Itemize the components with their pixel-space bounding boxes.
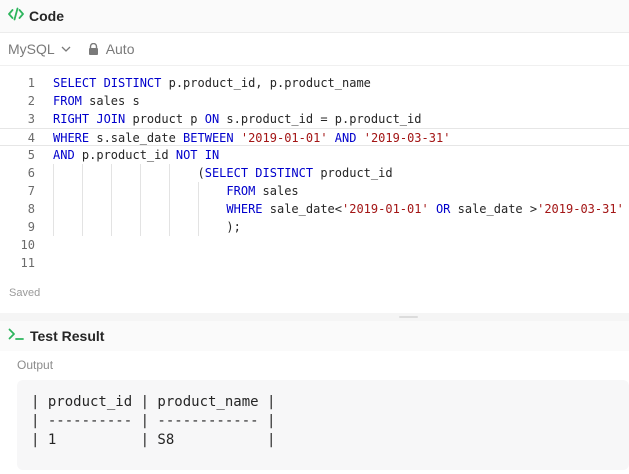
- code-line[interactable]: 1 SELECT DISTINCT p.product_id, p.product…: [0, 74, 629, 92]
- output-table-text: | product_id | product_name | | --------…: [31, 394, 276, 448]
- sql-keyword: ON: [204, 112, 220, 126]
- code-token: );: [226, 220, 241, 234]
- code-text: WHERE s.sale_date BETWEEN '2019-01-01' A…: [53, 129, 450, 147]
- code-text: FROM sales s: [53, 92, 140, 110]
- sql-keyword: SELECT DISTINCT: [204, 166, 314, 180]
- code-token: sales: [255, 184, 299, 198]
- code-line[interactable]: 5 AND p.product_id NOT IN: [0, 146, 629, 164]
- code-panel-title: Code: [29, 8, 64, 24]
- line-number: 6: [27, 166, 35, 180]
- code-text: WHERE sale_date<'2019-01-01' OR sale_dat…: [53, 200, 624, 218]
- code-text: (SELECT DISTINCT product_id: [53, 164, 393, 182]
- line-number: 4: [27, 131, 35, 145]
- code-token: sales s: [81, 94, 140, 108]
- code-token: product p: [125, 112, 205, 126]
- code-token: s.product_id = p.product_id: [219, 112, 422, 126]
- line-number: 7: [27, 184, 35, 198]
- code-token: p.product_id, p.product_name: [161, 76, 371, 90]
- auto-mode-label: Auto: [105, 41, 135, 57]
- terminal-icon: [8, 327, 24, 346]
- sql-keyword: RIGHT JOIN: [53, 112, 126, 126]
- code-token: (: [197, 166, 205, 180]
- editor-toolbar: MySQL Auto: [0, 33, 629, 66]
- output-box: | product_id | product_name | | --------…: [17, 380, 629, 470]
- auto-mode-toggle[interactable]: Auto: [88, 41, 135, 57]
- indent-guide: [169, 164, 170, 236]
- code-text: AND p.product_id NOT IN: [53, 146, 219, 164]
- sql-keyword: WHERE: [226, 202, 263, 216]
- sql-keyword: NOT IN: [175, 148, 220, 162]
- sql-keyword: AND: [334, 131, 357, 145]
- code-token: s.sale_date: [89, 131, 184, 145]
- code-token: product_id: [313, 166, 393, 180]
- code-editor[interactable]: 1 SELECT DISTINCT p.product_id, p.product…: [0, 74, 629, 274]
- sql-keyword: BETWEEN: [183, 131, 234, 145]
- sql-keyword: WHERE: [53, 131, 90, 145]
- code-token: sale_date >: [450, 202, 538, 216]
- language-label: MySQL: [8, 41, 55, 57]
- line-number: 1: [27, 76, 35, 90]
- panel-resize-divider[interactable]: [0, 313, 629, 321]
- code-icon: [8, 7, 24, 26]
- code-line[interactable]: 10: [0, 236, 629, 254]
- code-token: p.product_id: [74, 148, 176, 162]
- saved-status: Saved: [9, 287, 41, 299]
- test-result-title: Test Result: [30, 328, 105, 344]
- code-token: sale_date<: [262, 202, 342, 216]
- code-line[interactable]: 3 RIGHT JOIN product p ON s.product_id = …: [0, 110, 629, 128]
- indent-guide: [140, 164, 141, 236]
- line-number: 3: [27, 112, 35, 126]
- code-text: RIGHT JOIN product p ON s.product_id = p…: [53, 110, 421, 128]
- sql-string: '2019-03-31': [363, 131, 451, 145]
- indent-guide: [53, 164, 54, 236]
- indent-guide: [82, 164, 83, 236]
- indent-guide: [198, 182, 199, 236]
- sql-string: '2019-01-01': [342, 202, 429, 216]
- code-line[interactable]: 2 FROM sales s: [0, 92, 629, 110]
- code-line[interactable]: 9 );: [0, 218, 629, 236]
- code-text: SELECT DISTINCT p.product_id, p.product_…: [53, 74, 371, 92]
- code-line[interactable]: 4 WHERE s.sale_date BETWEEN '2019-01-01' …: [0, 128, 629, 146]
- code-line[interactable]: 8 WHERE sale_date<'2019-01-01' OR sale_d…: [0, 200, 629, 218]
- line-number: 10: [20, 238, 35, 252]
- line-number: 8: [27, 202, 35, 216]
- code-text: FROM sales: [53, 182, 299, 200]
- code-line[interactable]: 6 (SELECT DISTINCT product_id: [0, 164, 629, 182]
- line-number: 11: [20, 256, 35, 270]
- sql-keyword: FROM: [53, 94, 82, 108]
- sql-string: '2019-01-01': [240, 131, 328, 145]
- sql-keyword: FROM: [226, 184, 256, 198]
- sql-keyword: OR: [435, 202, 451, 216]
- chevron-down-icon: [61, 46, 71, 52]
- code-panel-header: Code: [0, 0, 629, 33]
- line-number: 2: [27, 94, 35, 108]
- sql-keyword: SELECT DISTINCT: [53, 76, 162, 90]
- line-number: 5: [27, 148, 35, 162]
- lock-icon: [88, 43, 98, 55]
- code-line[interactable]: 11: [0, 254, 629, 272]
- language-selector[interactable]: MySQL: [8, 41, 71, 57]
- code-line[interactable]: 7 FROM sales: [0, 182, 629, 200]
- sql-keyword: AND: [53, 148, 75, 162]
- resize-grip-icon[interactable]: [399, 316, 418, 318]
- line-number: 9: [27, 220, 35, 234]
- indent-guide: [111, 164, 112, 236]
- sql-string: '2019-03-31': [537, 202, 624, 216]
- output-label: Output: [17, 358, 54, 372]
- test-result-header: Test Result: [0, 321, 629, 351]
